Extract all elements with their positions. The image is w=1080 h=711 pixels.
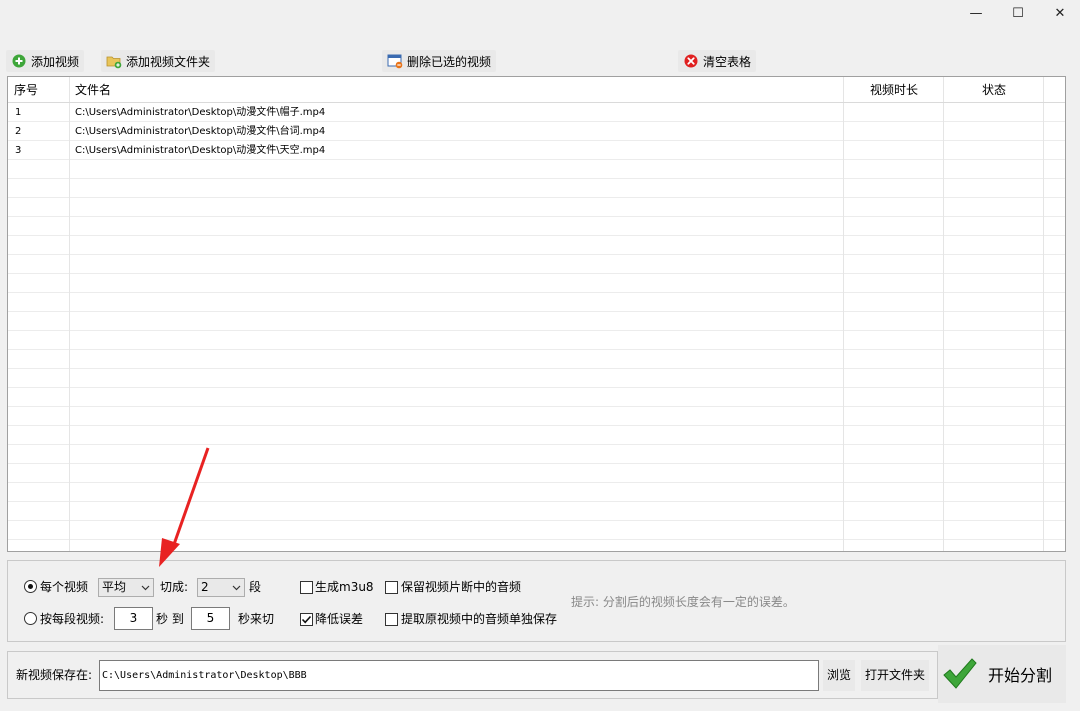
column-header-duration[interactable]: 视频时长 — [844, 77, 944, 103]
mode-by-length-label[interactable]: 按每段视频: — [40, 611, 104, 627]
add-folder-button[interactable]: 添加视频文件夹 — [101, 50, 216, 72]
add-video-button[interactable]: 添加视频 — [6, 50, 85, 72]
annotation-arrow — [159, 447, 210, 567]
row-index: 3 — [15, 145, 22, 156]
delete-selected-button[interactable]: 删除已选的视频 — [382, 50, 497, 72]
add-video-label: 添加视频 — [31, 54, 80, 69]
extract-audio-checkbox[interactable] — [385, 613, 398, 626]
save-path-input[interactable]: C:\Users\Administrator\Desktop\BBB — [99, 660, 819, 691]
open-folder-button[interactable]: 打开文件夹 — [861, 660, 930, 691]
green-checkmark-icon — [943, 658, 977, 689]
segments-value: 2 — [201, 580, 209, 594]
keep-audio-checkbox[interactable] — [385, 581, 398, 594]
chevron-down-icon — [139, 579, 151, 596]
chevron-down-icon — [230, 579, 242, 596]
row-index: 2 — [15, 126, 22, 137]
mode-each-radio[interactable] — [24, 580, 37, 593]
reduce-error-checkbox[interactable] — [300, 613, 313, 626]
split-method-value: 平均 — [102, 580, 127, 594]
start-split-label: 开始分割 — [988, 666, 1053, 685]
maximize-button[interactable]: ☐ — [998, 0, 1038, 26]
close-button[interactable]: ✕ — [1040, 0, 1080, 26]
start-split-button[interactable]: 开始分割 — [938, 645, 1066, 703]
column-divider — [843, 77, 844, 102]
green-plus-icon — [11, 53, 27, 69]
mode-each-label[interactable]: 每个视频 — [40, 579, 88, 595]
row-index: 1 — [15, 107, 22, 118]
to-seconds-input[interactable]: 5 — [191, 607, 230, 630]
column-divider — [1043, 77, 1044, 102]
table-row[interactable]: 1 C:\Users\Administrator\Desktop\动漫文件\帽子… — [8, 103, 1065, 122]
hint-text: 提示: 分割后的视频长度会有一定的误差。 — [571, 595, 795, 609]
minimize-button[interactable]: — — [956, 0, 996, 26]
keep-audio-label[interactable]: 保留视频片断中的音频 — [401, 579, 521, 595]
window-remove-icon — [387, 53, 403, 69]
table-row[interactable]: 3 C:\Users\Administrator\Desktop\动漫文件\天空… — [8, 141, 1065, 160]
save-path-panel: 新视频保存在: C:\Users\Administrator\Desktop\B… — [7, 651, 938, 699]
reduce-error-label[interactable]: 降低误差 — [315, 611, 363, 627]
add-folder-label: 添加视频文件夹 — [126, 54, 211, 69]
generate-m3u8-checkbox[interactable] — [300, 581, 313, 594]
column-header-filename[interactable]: 文件名 — [75, 77, 111, 103]
extract-audio-label[interactable]: 提取原视频中的音频单独保存 — [401, 611, 557, 627]
seconds-to-label: 秒 到 — [156, 612, 184, 626]
mode-by-length-radio[interactable] — [24, 612, 37, 625]
cut-into-label: 切成: — [160, 580, 189, 594]
folder-plus-icon — [106, 53, 122, 69]
generate-m3u8-label[interactable]: 生成m3u8 — [315, 579, 374, 595]
column-header-index[interactable]: 序号 — [14, 77, 38, 103]
column-divider — [69, 77, 70, 102]
segments-unit-label: 段 — [249, 580, 262, 594]
row-filename: C:\Users\Administrator\Desktop\动漫文件\帽子.m… — [75, 107, 326, 118]
table-row[interactable]: 2 C:\Users\Administrator\Desktop\动漫文件\台词… — [8, 122, 1065, 141]
row-filename: C:\Users\Administrator\Desktop\动漫文件\台词.m… — [75, 126, 326, 137]
column-header-status[interactable]: 状态 — [944, 77, 1044, 103]
delete-selected-label: 删除已选的视频 — [407, 54, 492, 69]
check-icon — [301, 615, 312, 624]
row-filename: C:\Users\Administrator\Desktop\动漫文件\天空.m… — [75, 145, 326, 156]
seconds-cut-label: 秒来切 — [238, 612, 275, 626]
clear-table-button[interactable]: 清空表格 — [678, 50, 757, 72]
split-method-select[interactable]: 平均 — [98, 578, 154, 597]
clear-table-label: 清空表格 — [703, 54, 752, 69]
table-header: 序号 文件名 视频时长 状态 — [8, 77, 1065, 103]
red-x-icon — [683, 53, 699, 69]
browse-button[interactable]: 浏览 — [823, 660, 856, 691]
column-divider — [943, 77, 944, 102]
save-path-label: 新视频保存在: — [16, 668, 93, 682]
segments-select[interactable]: 2 — [197, 578, 245, 597]
from-seconds-input[interactable]: 3 — [114, 607, 153, 630]
